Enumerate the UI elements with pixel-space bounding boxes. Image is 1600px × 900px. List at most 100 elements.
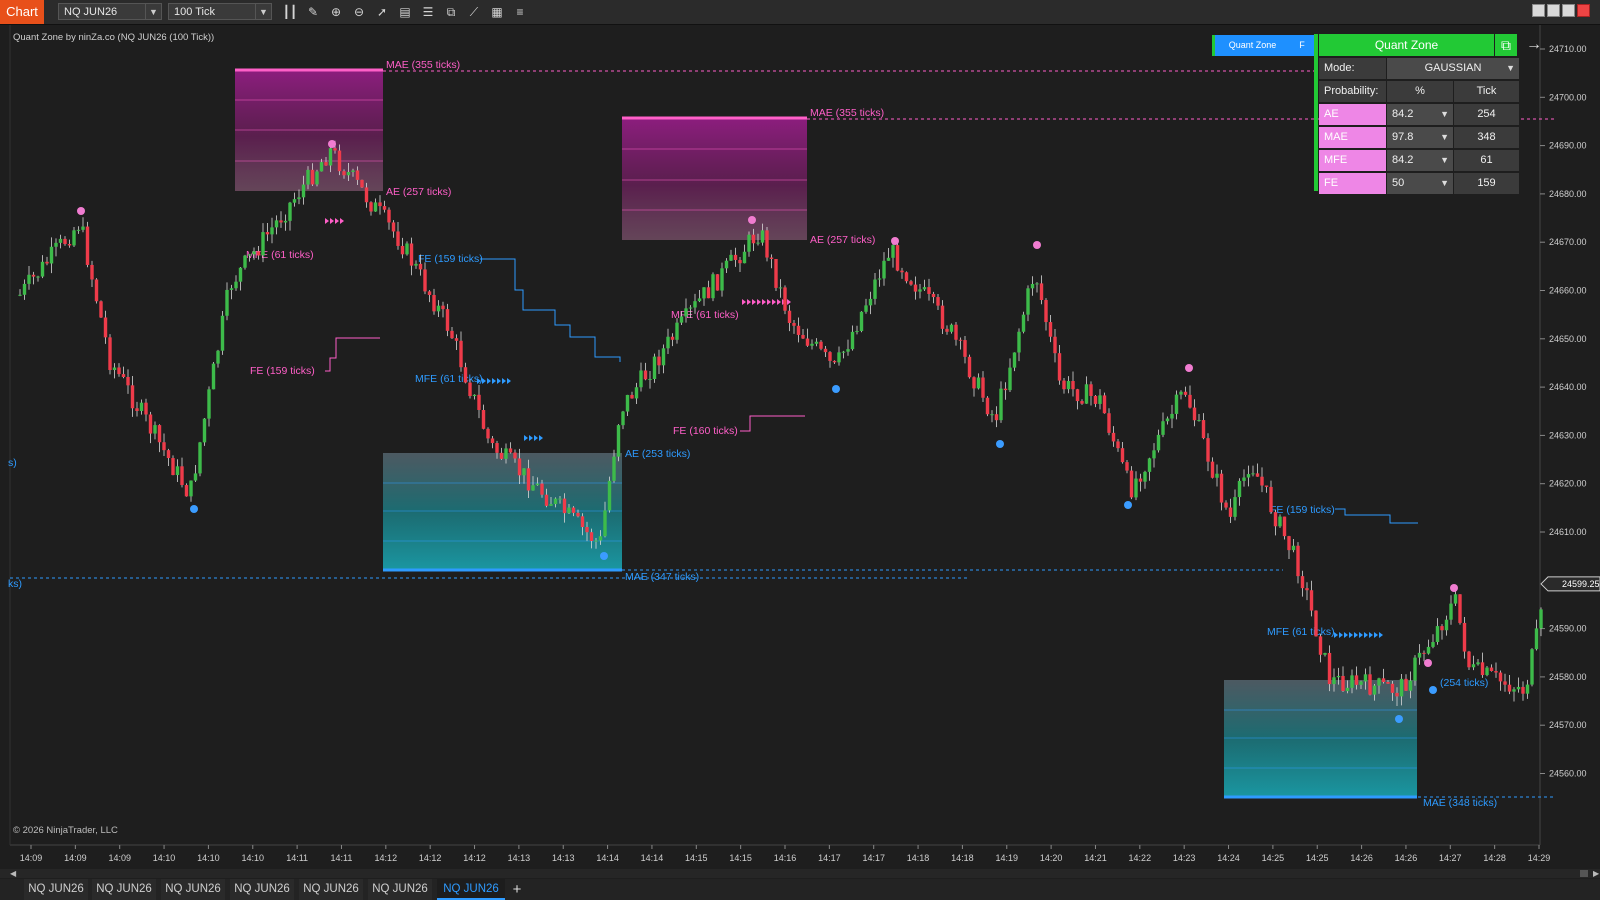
scroll-thumb[interactable] xyxy=(1580,870,1588,877)
candle-body xyxy=(193,473,198,481)
quant-zone-f-button[interactable]: F xyxy=(1289,35,1315,56)
candle-body xyxy=(256,251,261,256)
bar-style-icon[interactable]: ┃┃ xyxy=(282,4,298,20)
mfe-arrow-trail xyxy=(1364,632,1368,638)
price-tick-label: 24670.00 xyxy=(1549,237,1587,247)
mfe-arrow-trail xyxy=(757,299,761,305)
strategy-icon[interactable]: ⟋ xyxy=(466,4,482,20)
mfe-label: MFE xyxy=(1319,150,1386,171)
tab-nq-jun26-6[interactable]: NQ JUN26 xyxy=(368,879,432,900)
candle-body xyxy=(841,351,846,353)
candle-body xyxy=(1305,588,1309,591)
candle-body xyxy=(625,394,630,412)
tile-window-icon[interactable] xyxy=(1532,4,1545,17)
candle-body xyxy=(1381,678,1386,682)
time-tick-label: 14:27 xyxy=(1439,853,1462,863)
tab-nq-jun26-5[interactable]: NQ JUN26 xyxy=(299,879,363,900)
price-tick-label: 24660.00 xyxy=(1549,286,1587,296)
candle-body xyxy=(1138,478,1143,482)
mode-value: GAUSSIAN xyxy=(1424,62,1482,74)
candle-body xyxy=(1534,628,1539,650)
interval-selector[interactable]: 100 Tick ▼ xyxy=(168,3,272,20)
instrument-selector[interactable]: NQ JUN26 ▼ xyxy=(58,3,162,20)
close-window-icon[interactable] xyxy=(1577,4,1590,17)
time-tick-label: 14:11 xyxy=(331,853,353,863)
time-tick-label: 14:09 xyxy=(64,853,87,863)
scroll-left-icon[interactable]: ◀ xyxy=(10,869,16,878)
draw-pencil-icon[interactable]: ✎ xyxy=(305,4,321,20)
candle-body xyxy=(1453,594,1458,604)
candle-body xyxy=(1206,438,1210,462)
pointer-icon[interactable]: ➚ xyxy=(374,4,390,20)
mae-label-1: MAE (355 ticks) xyxy=(386,59,460,71)
mfe-percent-select[interactable]: 84.2 ▼ xyxy=(1387,150,1453,171)
mode-select[interactable]: GAUSSIAN ▼ xyxy=(1387,58,1519,79)
minimize-window-icon[interactable] xyxy=(1547,4,1560,17)
fe-label-2: FE (159 ticks) xyxy=(418,253,483,265)
zoom-in-icon[interactable]: ⊕ xyxy=(328,4,344,20)
candle-body xyxy=(715,274,720,291)
candle-body xyxy=(234,281,238,289)
tab-nq-jun26-2[interactable]: NQ JUN26 xyxy=(92,879,156,900)
candle-body xyxy=(882,260,886,279)
fe-row: FE 50 ▼ 159 xyxy=(1319,173,1519,194)
candle-body xyxy=(441,305,445,310)
fe-label: FE xyxy=(1319,173,1386,194)
mfe-arrow-trail xyxy=(325,218,329,224)
chart-panel[interactable]: 24710.00 24700.00 24690.00 24680.00 24670.00… xyxy=(0,25,1600,863)
candle-body xyxy=(1269,486,1273,513)
mfe-row: MFE 84.2 ▼ 61 xyxy=(1319,150,1519,171)
mfe-arrow-trail xyxy=(539,435,543,441)
ae-percent-select[interactable]: 84.2 ▼ xyxy=(1387,104,1453,125)
chart-menu-button[interactable]: Chart xyxy=(0,0,44,24)
drawing-tools-icon[interactable]: ⧉ xyxy=(443,4,459,20)
candle-body xyxy=(801,334,805,339)
candle-body xyxy=(1071,380,1075,390)
candle-body xyxy=(342,171,346,176)
templates-icon[interactable]: ☰ xyxy=(420,4,436,20)
candle-body xyxy=(310,169,315,185)
tab-nq-jun26-1[interactable]: NQ JUN26 xyxy=(24,879,88,900)
candle-body xyxy=(1215,473,1219,478)
time-tick-label: 14:23 xyxy=(1173,853,1196,863)
ae-label-4: (254 ticks) xyxy=(1440,677,1488,689)
candle-body xyxy=(1053,336,1057,354)
candle-body xyxy=(612,456,616,481)
candle-body xyxy=(468,382,472,397)
candle-body xyxy=(1008,367,1012,391)
candle-body xyxy=(891,245,895,258)
candle-body xyxy=(36,276,40,278)
fe-percent-select[interactable]: 50 ▼ xyxy=(1387,173,1453,194)
restore-window-icon[interactable] xyxy=(1562,4,1575,17)
tab-nq-jun26-4[interactable]: NQ JUN26 xyxy=(230,879,294,900)
zoom-out-icon[interactable]: ⊖ xyxy=(351,4,367,20)
properties-icon[interactable]: ▦ xyxy=(489,4,505,20)
candle-body xyxy=(63,238,67,245)
candle-body xyxy=(265,232,270,235)
candle-body xyxy=(963,340,967,357)
candle-body xyxy=(427,291,432,295)
price-tick-label: 24710.00 xyxy=(1549,44,1587,54)
candle-body xyxy=(1422,652,1426,654)
swing-low-dot xyxy=(600,552,608,560)
mae-percent-select[interactable]: 97.8 ▼ xyxy=(1387,127,1453,148)
candle-body xyxy=(130,385,135,409)
tab-nq-jun26-active[interactable]: NQ JUN26 xyxy=(437,879,505,900)
mae-label-3: MAE (355 ticks) xyxy=(810,107,884,119)
list-icon[interactable]: ≡ xyxy=(512,4,528,20)
candle-body xyxy=(873,279,877,299)
popout-icon[interactable]: ⧉ xyxy=(1495,34,1517,56)
arrow-right-icon[interactable]: → xyxy=(1523,34,1545,56)
candle-body xyxy=(864,305,868,312)
candle-body xyxy=(652,356,657,380)
add-tab-icon[interactable]: + xyxy=(507,879,527,900)
tab-nq-jun26-3[interactable]: NQ JUN26 xyxy=(161,879,225,900)
quant-zone-toggle-button[interactable]: Quant Zone xyxy=(1212,35,1290,56)
horizontal-scrollbar[interactable]: ◀ ▶ xyxy=(0,869,1600,878)
candle-body xyxy=(1219,473,1224,503)
candle-body xyxy=(504,448,508,459)
candle-body xyxy=(720,268,724,291)
time-tick-label: 14:14 xyxy=(641,853,664,863)
scroll-right-icon[interactable]: ▶ xyxy=(1593,869,1599,878)
data-box-icon[interactable]: ▤ xyxy=(397,4,413,20)
